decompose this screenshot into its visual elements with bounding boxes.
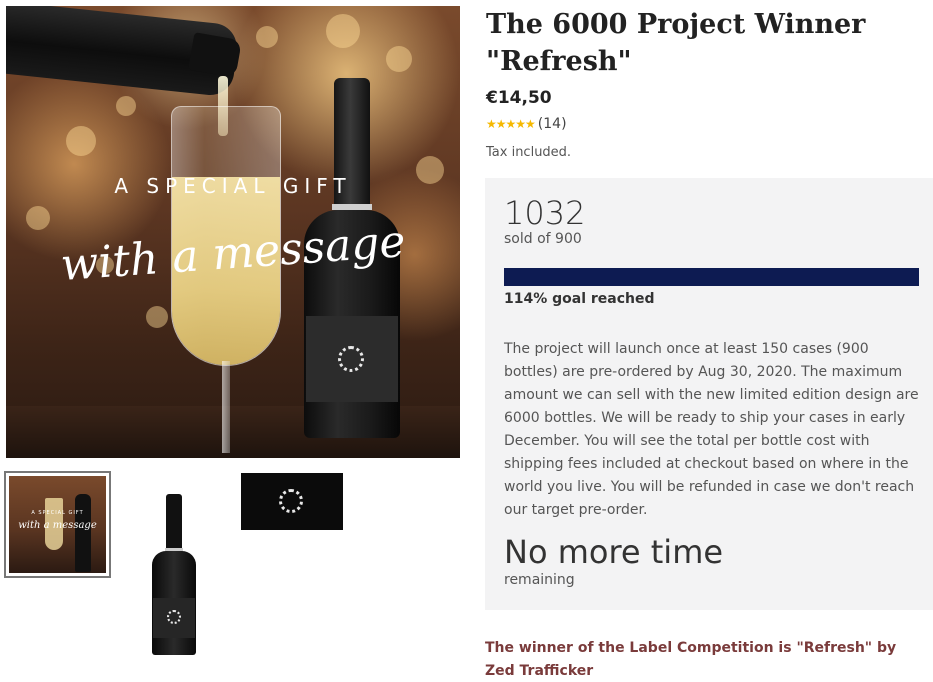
thumbnail-bottle — [75, 494, 91, 572]
sold-of-target: sold of 900 — [504, 231, 582, 247]
project-description: The project will launch once at least 15… — [504, 341, 919, 518]
bokeh-light — [146, 306, 168, 328]
sold-count: 1032 — [504, 194, 586, 232]
bokeh-light — [66, 126, 96, 156]
thumbnail-label[interactable] — [241, 473, 343, 530]
product-main-image[interactable]: A SPECIAL GIFT with a message — [6, 6, 460, 458]
label-circle-logo — [279, 489, 303, 513]
time-remaining-label: remaining — [504, 572, 575, 588]
tax-note: Tax included. — [486, 145, 572, 160]
winner-announcement: The winner of the Label Competition is "… — [485, 640, 897, 679]
thumbnail-image: A SPECIAL GIFT with a message — [9, 476, 106, 573]
product-price: €14,50 — [486, 88, 552, 108]
bokeh-light — [26, 206, 50, 230]
bokeh-light — [256, 26, 278, 48]
thumbnail-bottle[interactable] — [150, 494, 198, 656]
bottle-label — [306, 316, 398, 402]
bokeh-light — [386, 46, 412, 72]
product-rating[interactable]: ★★★★★ (14) — [486, 116, 567, 132]
bottle-neck — [166, 494, 182, 548]
gift-headline: A SPECIAL GIFT — [114, 174, 352, 198]
thumbnail-headline: A SPECIAL GIFT — [31, 510, 84, 516]
bokeh-light — [116, 96, 136, 116]
project-progress-panel: 1032 sold of 900 114% goal reached The p… — [485, 178, 933, 610]
thumbnail-gift-message[interactable]: A SPECIAL GIFT with a message — [4, 471, 111, 578]
time-remaining: No more time — [504, 533, 724, 571]
label-circle-logo — [338, 346, 364, 372]
thumbnail-tagline: with a message — [18, 520, 97, 531]
goal-reached-text: 114% goal reached — [504, 291, 655, 307]
bottle-label — [153, 598, 195, 638]
product-title: The 6000 Project Winner "Refresh" — [486, 9, 866, 77]
star-rating-icon: ★★★★★ — [486, 117, 536, 131]
bokeh-light — [326, 14, 360, 48]
pouring-bottle-neck — [188, 32, 242, 78]
label-circle-logo — [167, 610, 181, 624]
goal-progress-bar — [504, 268, 919, 286]
review-count: (14) — [537, 116, 567, 132]
goal-progress-fill — [504, 268, 919, 286]
flute-stem — [222, 361, 230, 453]
